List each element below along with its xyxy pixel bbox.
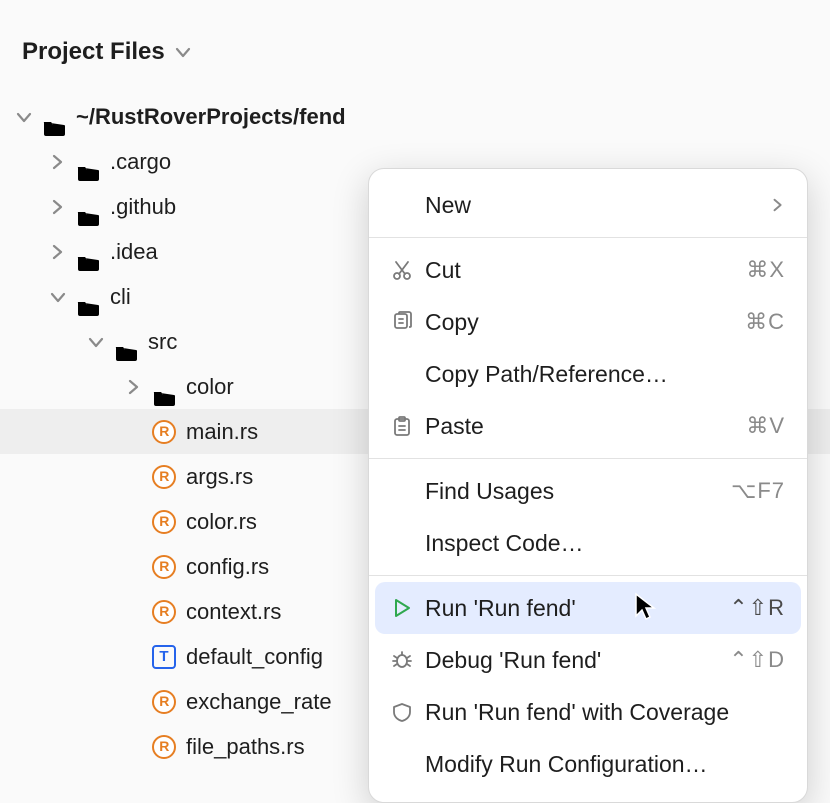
debug-icon [387,649,417,671]
source-folder-icon [114,332,138,352]
tree-item-label: main.rs [186,409,258,454]
tree-item-label: exchange_rate [186,679,332,724]
rust-file-icon: R [152,690,176,714]
folder-icon [152,377,176,397]
paste-icon [387,415,417,437]
folder-icon [76,287,100,307]
mouse-cursor-icon [634,592,656,622]
chevron-right-icon[interactable] [126,379,142,395]
menu-shortcut: ⌃⇧R [729,595,785,621]
menu-item-copy-path[interactable]: Copy Path/Reference… [369,348,807,400]
chevron-down-icon[interactable] [16,109,32,125]
menu-shortcut: ⌘X [746,257,785,283]
context-menu: New Cut ⌘X Copy ⌘C Copy Path/Reference… … [368,168,808,803]
tree-item-label: config.rs [186,544,269,589]
folder-icon [76,197,100,217]
menu-item-copy[interactable]: Copy ⌘C [369,296,807,348]
tree-item-label: cli [110,274,131,319]
menu-item-label: Inspect Code… [425,530,584,557]
rust-file-icon: R [152,735,176,759]
chevron-down-icon[interactable] [50,289,66,305]
tree-item-label: .idea [110,229,158,274]
menu-item-label: Find Usages [425,478,554,505]
rust-file-icon: R [152,465,176,489]
folder-icon [76,242,100,262]
menu-item-label: Cut [425,257,461,284]
menu-item-label: Copy [425,309,479,336]
type-file-icon: T [152,645,176,669]
menu-item-label: Run 'Run fend' with Coverage [425,699,729,726]
menu-item-debug[interactable]: Debug 'Run fend' ⌃⇧D [369,634,807,686]
chevron-right-icon[interactable] [50,244,66,260]
menu-item-new[interactable]: New [369,179,807,231]
tree-item-label: color.rs [186,499,257,544]
project-view-header[interactable]: Project Files [0,26,830,74]
menu-shortcut: ⌘V [746,413,785,439]
tree-item-label: file_paths.rs [186,724,305,769]
tree-item-label: context.rs [186,589,281,634]
menu-item-label: Debug 'Run fend' [425,647,601,674]
rust-file-icon: R [152,600,176,624]
menu-item-run[interactable]: Run 'Run fend' ⌃⇧R [375,582,801,634]
menu-item-label: Run 'Run fend' [425,595,576,622]
tree-root-label: ~/RustRoverProjects/fend [76,94,346,139]
tree-item-label: src [148,319,177,364]
menu-separator [369,458,807,459]
tree-root[interactable]: ~/RustRoverProjects/fend [0,94,830,139]
project-view-title: Project Files [22,38,165,66]
menu-item-label: New [425,192,471,219]
menu-item-paste[interactable]: Paste ⌘V [369,400,807,452]
chevron-right-icon[interactable] [50,154,66,170]
menu-item-find-usages[interactable]: Find Usages ⌥F7 [369,465,807,517]
chevron-down-icon [175,44,191,60]
chevron-down-icon[interactable] [88,334,104,350]
folder-icon [42,107,66,127]
menu-item-cut[interactable]: Cut ⌘X [369,244,807,296]
menu-item-inspect-code[interactable]: Inspect Code… [369,517,807,569]
menu-item-modify-run-config[interactable]: Modify Run Configuration… [369,738,807,790]
cut-icon [387,259,417,281]
copy-icon [387,311,417,333]
tree-item-label: color [186,364,234,409]
chevron-right-icon[interactable] [50,199,66,215]
rust-file-icon: R [152,420,176,444]
menu-shortcut: ⌥F7 [731,478,785,504]
rust-file-icon: R [152,555,176,579]
menu-shortcut: ⌃⇧D [729,647,785,673]
folder-icon [76,152,100,172]
chevron-right-icon [771,192,785,219]
run-icon [387,597,417,619]
tree-item-label: args.rs [186,454,253,499]
tree-item-label: default_config [186,634,323,679]
menu-item-label: Copy Path/Reference… [425,361,668,388]
rust-file-icon: R [152,510,176,534]
tree-item-label: .cargo [110,139,171,184]
shield-icon [387,701,417,723]
menu-separator [369,575,807,576]
menu-item-label: Paste [425,413,484,440]
menu-item-run-coverage[interactable]: Run 'Run fend' with Coverage [369,686,807,738]
menu-item-label: Modify Run Configuration… [425,751,708,778]
tree-item-label: .github [110,184,176,229]
menu-shortcut: ⌘C [745,309,785,335]
menu-separator [369,237,807,238]
